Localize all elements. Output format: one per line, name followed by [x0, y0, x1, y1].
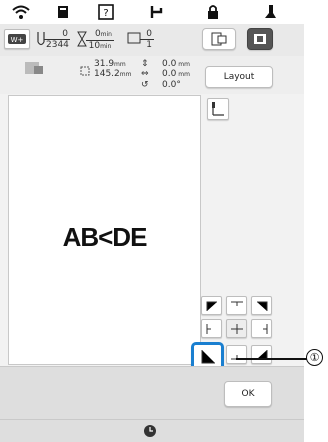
start-top-left[interactable] — [201, 296, 222, 315]
preview-icon — [211, 32, 227, 46]
hoop-icon — [24, 60, 44, 80]
offset-v-unit: mm — [178, 61, 190, 68]
frame-icon — [254, 34, 266, 44]
ok-button[interactable]: OK — [224, 381, 272, 407]
dimension-info: 31.9mm 145.2mm ⇕ ⇔ 0.0 mm 0.0 mm ↺ 0.0° … — [0, 56, 304, 94]
page-icon[interactable] — [55, 3, 71, 21]
stitch-total: 2344 — [46, 40, 69, 50]
edge-middle-right-icon — [262, 323, 267, 334]
start-middle-left[interactable] — [201, 319, 222, 338]
start-bottom-right[interactable] — [251, 345, 272, 364]
design-width: 31.9 — [94, 59, 115, 69]
time-counter: 0min 10min — [86, 29, 114, 52]
start-center[interactable] — [226, 319, 247, 338]
offset-vertical: 0.0 — [162, 59, 177, 69]
time-elapsed-unit: min — [100, 31, 112, 38]
corner-top-right-icon — [256, 301, 267, 311]
start-bottom-center[interactable] — [226, 345, 247, 364]
status-bar: ? — [0, 0, 304, 24]
info-bar: W+ 0 2344 0min 10min 0 1 — [0, 24, 304, 57]
width-unit: mm — [114, 61, 126, 68]
footer-bar — [0, 419, 304, 442]
frame-button[interactable] — [247, 28, 273, 50]
wireless-button[interactable]: W+ — [4, 29, 30, 49]
center-cross-icon — [230, 323, 243, 334]
layout-button[interactable]: Layout — [205, 66, 273, 88]
color-counter: 0 1 — [140, 29, 154, 50]
offset-h-unit: mm — [178, 71, 190, 78]
preview-button[interactable] — [202, 28, 236, 50]
lock-icon[interactable] — [206, 3, 220, 21]
presser-foot-icon[interactable] — [262, 3, 278, 21]
wlan-icon: W+ — [8, 34, 26, 44]
time-total: 10 — [88, 41, 101, 51]
svg-text:?: ? — [103, 8, 108, 19]
start-top-center[interactable] — [226, 296, 247, 315]
rotation-angle: 0.0° — [162, 80, 181, 90]
start-point-icon — [212, 102, 224, 116]
edge-middle-left-icon — [206, 323, 211, 334]
size-icon — [80, 61, 90, 80]
offset-horizontal: 0.0 — [162, 69, 177, 79]
corner-bottom-left-icon — [201, 350, 215, 364]
corner-top-left-icon — [206, 301, 217, 311]
design-text[interactable]: AB<DE — [9, 222, 200, 253]
start-top-right[interactable] — [251, 296, 272, 315]
callout-line — [236, 358, 307, 360]
bottom-bar: OK — [0, 366, 304, 420]
color-current: 0 — [140, 29, 154, 40]
clock-icon[interactable] — [143, 423, 157, 442]
rotate-icon: ↺ — [141, 80, 149, 90]
time-total-unit: min — [100, 43, 112, 50]
thread-icon[interactable] — [148, 3, 166, 21]
wifi-icon[interactable] — [10, 3, 32, 21]
stitch-count: 0 — [44, 29, 70, 40]
embroidery-screen: ? W+ 0 2344 0min 10min 0 1 31.9mm 145.2m… — [0, 0, 304, 442]
svg-text:W+: W+ — [11, 36, 24, 44]
callout-marker: ① — [306, 349, 323, 366]
design-height: 145.2 — [94, 69, 120, 79]
color-total: 1 — [146, 40, 152, 50]
help-icon[interactable]: ? — [97, 3, 115, 21]
stitch-counter: 0 2344 — [44, 29, 70, 50]
vertical-offset-icon: ⇕ — [141, 59, 149, 69]
start-point-button[interactable] — [207, 98, 229, 120]
start-middle-right[interactable] — [251, 319, 272, 338]
edge-top-center-icon — [230, 301, 243, 306]
horizontal-offset-icon: ⇔ — [141, 69, 149, 79]
position-panel — [191, 94, 304, 372]
height-unit: mm — [119, 71, 132, 78]
embroidery-canvas[interactable]: AB<DE — [8, 95, 201, 365]
color-change-icon — [127, 30, 141, 49]
